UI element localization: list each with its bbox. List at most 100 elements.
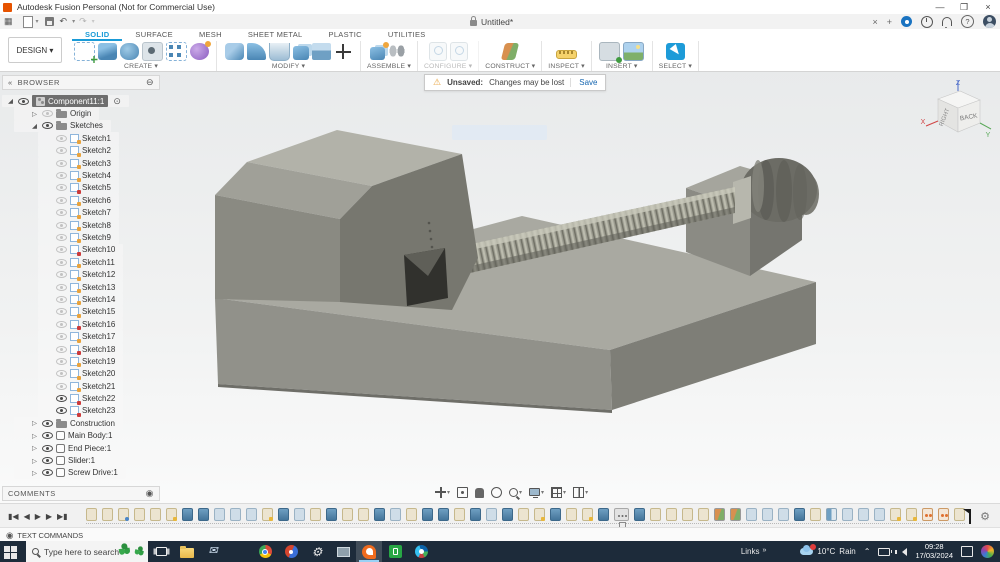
browser-sketch-row[interactable]: Sketch2 xyxy=(38,144,119,157)
design-menu-button[interactable]: DESIGN ▾ xyxy=(8,37,62,63)
minimize-button[interactable]: — xyxy=(928,2,952,13)
visibility-eye-icon[interactable] xyxy=(56,357,67,365)
browser-sketch-row[interactable]: Sketch20 xyxy=(38,367,124,380)
timeline-extrude-marker[interactable] xyxy=(326,508,337,521)
joint-icon[interactable] xyxy=(388,43,408,60)
expand-arrow-icon[interactable]: ▷ xyxy=(32,110,39,118)
hole-icon[interactable] xyxy=(141,42,163,61)
timeline-body-marker[interactable] xyxy=(230,508,241,521)
go-to-end-button[interactable]: ▶▮ xyxy=(57,512,68,521)
display-icon[interactable]: ▾ xyxy=(529,488,544,498)
timeline-plane-marker[interactable] xyxy=(714,508,725,521)
help-icon[interactable]: ? xyxy=(961,15,974,28)
config-table-icon[interactable] xyxy=(449,42,468,61)
timeline-extrude-marker[interactable] xyxy=(198,508,209,521)
visibility-eye-icon[interactable] xyxy=(56,295,67,303)
browser-sketch-row[interactable]: Sketch23 xyxy=(38,404,124,418)
comments-toggle-icon[interactable]: ◉ xyxy=(146,488,154,499)
hide-panel-icon[interactable]: ⊖ xyxy=(146,77,154,88)
browser-sketch-row[interactable]: Sketch10 xyxy=(38,243,124,257)
start-button[interactable] xyxy=(0,541,26,562)
timeline-sketch-marker[interactable] xyxy=(810,508,821,521)
ribbon-group-label-configure[interactable]: CONFIGURE ▾ xyxy=(424,62,472,70)
browser-component-row[interactable]: ◢ Component11:1 ⊙ xyxy=(2,95,129,108)
chrome-taskbar-icon[interactable] xyxy=(252,541,278,562)
timeline-body-marker[interactable] xyxy=(390,508,401,521)
timeline-body-marker[interactable] xyxy=(874,508,885,521)
timeline-mirror-marker[interactable] xyxy=(826,508,837,521)
timeline-extrude-marker[interactable] xyxy=(470,508,481,521)
view-cube[interactable]: Z RIGHT BACK X Y xyxy=(916,77,992,147)
visibility-eye-icon[interactable] xyxy=(56,147,67,155)
look-at-icon[interactable] xyxy=(457,486,469,498)
fusion-360-taskbar-icon[interactable] xyxy=(356,541,382,562)
expand-arrow-icon[interactable]: ▷ xyxy=(32,444,39,452)
timeline-body-marker[interactable] xyxy=(778,508,789,521)
expand-arrow-icon[interactable]: ▷ xyxy=(32,419,39,427)
collapse-panel-icon[interactable]: « xyxy=(8,78,13,87)
weather-widget[interactable]: 10°C Rain xyxy=(800,544,856,556)
presentation-app-taskbar-icon[interactable] xyxy=(226,541,252,562)
edge-browser-taskbar-icon[interactable] xyxy=(408,541,434,562)
timeline-sketch-marker[interactable] xyxy=(102,508,113,521)
save-link[interactable]: Save xyxy=(570,78,597,87)
timeline-extrude-marker[interactable] xyxy=(438,508,449,521)
new-component-icon[interactable] xyxy=(370,41,390,60)
file-menu-icon[interactable] xyxy=(22,15,33,28)
press-pull-icon[interactable] xyxy=(224,43,244,60)
visibility-eye-icon[interactable] xyxy=(56,172,67,180)
timeline-extrude-marker[interactable] xyxy=(634,508,645,521)
browser-sketch-row[interactable]: Sketch5 xyxy=(38,181,119,195)
visibility-eye-icon[interactable] xyxy=(56,283,67,291)
shell-icon[interactable] xyxy=(268,42,290,61)
timeline-body-marker[interactable] xyxy=(246,508,257,521)
task-view-taskbar-icon[interactable] xyxy=(148,541,174,562)
color-wheel-icon[interactable] xyxy=(981,545,994,558)
grid-snaps-icon[interactable]: ▾ xyxy=(551,486,566,498)
timeline-body-marker[interactable] xyxy=(214,508,225,521)
timeline-extrude-marker[interactable] xyxy=(278,508,289,521)
step-back-button[interactable]: ◀ xyxy=(24,512,30,521)
timeline-body-marker[interactable] xyxy=(294,508,305,521)
history-icon[interactable] xyxy=(921,15,933,28)
ribbon-group-label-create[interactable]: CREATE ▾ xyxy=(124,62,158,70)
timeline-sketch-marker[interactable] xyxy=(134,508,145,521)
timeline-body-marker[interactable] xyxy=(762,508,773,521)
combine-icon[interactable] xyxy=(292,46,309,60)
browser-item-row[interactable]: ▷ Slider:1 xyxy=(14,454,104,467)
ribbon-tab-utilities[interactable]: UTILITIES xyxy=(375,29,439,41)
job-status-icon[interactable] xyxy=(901,16,912,27)
timeline-extrude-marker[interactable] xyxy=(502,508,513,521)
ribbon-tab-mesh[interactable]: MESH xyxy=(186,29,235,41)
new-tab-button[interactable]: + xyxy=(887,17,892,27)
browser-item-row[interactable]: ▷ End Piece:1 xyxy=(14,441,120,455)
visibility-eye-icon[interactable] xyxy=(56,184,67,192)
visibility-eye-icon[interactable] xyxy=(42,122,53,130)
timeline-sketch-edit-marker[interactable] xyxy=(166,508,177,521)
timeline-sketch-marker[interactable] xyxy=(682,508,693,521)
timeline-body-marker[interactable] xyxy=(486,508,497,521)
visibility-eye-icon[interactable] xyxy=(56,134,67,142)
viewports-icon[interactable]: ▾ xyxy=(573,486,588,498)
browser-sketch-row[interactable]: Sketch17 xyxy=(38,330,124,343)
visibility-eye-icon[interactable] xyxy=(56,271,67,279)
timeline-sketch-pin-marker[interactable] xyxy=(118,508,129,521)
visibility-eye-icon[interactable] xyxy=(56,196,67,204)
timeline-body-marker[interactable] xyxy=(842,508,853,521)
visibility-eye-icon[interactable] xyxy=(42,419,53,427)
revolve-icon[interactable] xyxy=(119,43,139,60)
browser-sketch-row[interactable]: Sketch14 xyxy=(38,293,124,306)
timeline-body-marker[interactable] xyxy=(746,508,757,521)
timeline-sketch-marker[interactable] xyxy=(342,508,353,521)
visibility-eye-icon[interactable] xyxy=(56,320,67,328)
browser-header[interactable]: « BROWSER ⊖ xyxy=(2,75,160,90)
tray-expand-chevron-icon[interactable]: ⌃ xyxy=(864,547,871,556)
go-to-start-button[interactable]: ▮◀ xyxy=(8,512,19,521)
zoom-icon[interactable]: ▾ xyxy=(509,487,522,497)
ribbon-group-label-inspect[interactable]: INSPECT ▾ xyxy=(548,62,584,70)
app-grid-icon[interactable]: ▦ xyxy=(4,16,13,27)
play-button[interactable]: ▶ xyxy=(35,512,41,521)
save-icon[interactable] xyxy=(44,17,54,26)
browser-sketch-row[interactable]: Sketch11 xyxy=(38,256,123,269)
redo-icon[interactable]: ↷ xyxy=(79,16,87,27)
